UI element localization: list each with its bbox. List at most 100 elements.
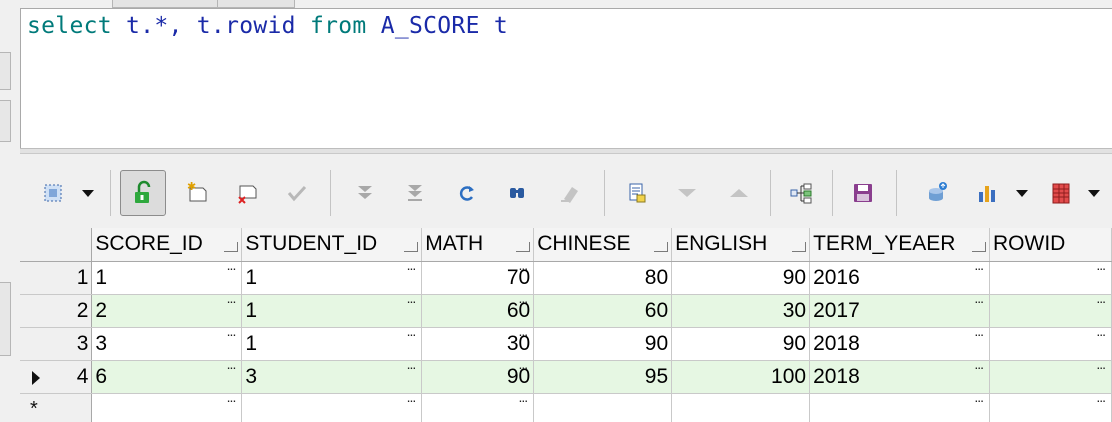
row-number[interactable]: 3 bbox=[20, 327, 93, 361]
tab[interactable] bbox=[217, 0, 295, 8]
new-row-marker[interactable]: * bbox=[20, 393, 93, 422]
cell-rowid[interactable]: ... bbox=[989, 294, 1112, 328]
column-header[interactable]: SCORE_ID bbox=[91, 228, 243, 262]
chart-icon[interactable] bbox=[964, 170, 1010, 216]
cell-math[interactable]: 60... bbox=[421, 294, 535, 328]
cell-english[interactable]: 90 bbox=[671, 261, 811, 295]
cell-term-yeaer[interactable]: ... bbox=[809, 393, 991, 422]
cell-chinese[interactable]: 90 bbox=[533, 327, 673, 361]
cell-rowid[interactable]: ... bbox=[989, 327, 1112, 361]
cell-term-yeaer[interactable]: 2018... bbox=[809, 327, 991, 361]
cell-score-id[interactable]: 6... bbox=[91, 360, 243, 394]
cell-english[interactable]: 100 bbox=[671, 360, 811, 394]
cell-score-id[interactable]: 1... bbox=[91, 261, 243, 295]
cell-edit-button[interactable]: ... bbox=[227, 261, 237, 273]
cell-student-id[interactable]: 3... bbox=[241, 360, 423, 394]
cell-edit-button[interactable]: ... bbox=[974, 294, 984, 306]
cell-edit-button[interactable]: ... bbox=[1096, 360, 1106, 372]
cell-edit-button[interactable]: ... bbox=[407, 393, 417, 405]
row-number[interactable]: 2 bbox=[20, 294, 93, 328]
cell-edit-button[interactable]: ... bbox=[407, 294, 417, 306]
column-header[interactable]: STUDENT_ID bbox=[241, 228, 423, 262]
cell-english[interactable]: 30 bbox=[671, 294, 811, 328]
cell-edit-button[interactable]: ... bbox=[519, 327, 529, 339]
table-row[interactable]: 2 2... 1... 60... 60 30 2017... ... bbox=[20, 294, 1112, 328]
next-icon[interactable] bbox=[716, 170, 762, 216]
cell-math[interactable]: ... bbox=[421, 393, 535, 422]
unlock-icon[interactable] bbox=[120, 170, 166, 216]
refresh-icon[interactable] bbox=[444, 170, 490, 216]
grid-options-dropdown-icon[interactable] bbox=[1088, 190, 1100, 197]
grid-options-icon[interactable] bbox=[1038, 170, 1084, 216]
cell-edit-button[interactable]: ... bbox=[1096, 261, 1106, 273]
column-header[interactable]: CHINESE bbox=[533, 228, 673, 262]
sql-text[interactable]: select t.*, t.rowid from A_SCORE t bbox=[27, 13, 508, 39]
cell-rowid[interactable]: ... bbox=[989, 393, 1112, 422]
cell-math[interactable]: 90... bbox=[421, 360, 535, 394]
column-header[interactable]: MATH bbox=[421, 228, 535, 262]
row-number[interactable]: 4 bbox=[20, 360, 93, 394]
column-header[interactable]: TERM_YEAER bbox=[809, 228, 991, 262]
cell-chinese[interactable]: 95 bbox=[533, 360, 673, 394]
column-header[interactable]: ENGLISH bbox=[671, 228, 811, 262]
cell-english[interactable] bbox=[671, 393, 811, 422]
cell-term-yeaer[interactable]: 2017... bbox=[809, 294, 991, 328]
table-row[interactable]: 3 3... 1... 30... 90 90 2018... ... bbox=[20, 327, 1112, 361]
cell-math[interactable]: 70... bbox=[421, 261, 535, 295]
cell-rowid[interactable]: ... bbox=[989, 261, 1112, 295]
cell-edit-button[interactable]: ... bbox=[519, 393, 529, 405]
find-icon[interactable] bbox=[494, 170, 540, 216]
table-row[interactable]: 4 6... 3... 90... 95 100 2018... ... bbox=[20, 360, 1112, 394]
cell-term-yeaer[interactable]: 2018... bbox=[809, 360, 991, 394]
cell-chinese[interactable] bbox=[533, 393, 673, 422]
cell-chinese[interactable]: 60 bbox=[533, 294, 673, 328]
post-icon[interactable] bbox=[274, 170, 320, 216]
previous-icon[interactable] bbox=[664, 170, 710, 216]
cell-score-id[interactable]: 2... bbox=[91, 294, 243, 328]
cell-edit-button[interactable]: ... bbox=[974, 393, 984, 405]
sql-editor[interactable]: select t.*, t.rowid from A_SCORE t bbox=[20, 8, 1112, 148]
cell-edit-button[interactable]: ... bbox=[407, 327, 417, 339]
table-row[interactable]: 1 1... 1... 70... 80 90 2016... ... bbox=[20, 261, 1112, 295]
cell-edit-button[interactable]: ... bbox=[519, 261, 529, 273]
left-panel-scrollbar[interactable] bbox=[0, 282, 11, 356]
chart-dropdown-icon[interactable] bbox=[1016, 190, 1028, 197]
delete-record-icon[interactable] bbox=[224, 170, 270, 216]
cell-edit-button[interactable]: ... bbox=[227, 327, 237, 339]
export-icon[interactable] bbox=[914, 170, 960, 216]
cell-english[interactable]: 90 bbox=[671, 327, 811, 361]
cell-edit-button[interactable]: ... bbox=[519, 360, 529, 372]
cell-edit-button[interactable]: ... bbox=[407, 360, 417, 372]
save-icon[interactable] bbox=[840, 170, 886, 216]
last-page-icon[interactable] bbox=[392, 170, 438, 216]
column-header[interactable]: ROWID bbox=[989, 228, 1112, 262]
cell-rowid[interactable]: ... bbox=[989, 360, 1112, 394]
cell-math[interactable]: 30... bbox=[421, 327, 535, 361]
cell-edit-button[interactable]: ... bbox=[227, 360, 237, 372]
query-explain-icon[interactable] bbox=[778, 170, 824, 216]
cell-score-id[interactable]: ... bbox=[91, 393, 243, 422]
cell-edit-button[interactable]: ... bbox=[519, 294, 529, 306]
next-page-icon[interactable] bbox=[342, 170, 388, 216]
cell-edit-button[interactable]: ... bbox=[227, 393, 237, 405]
cell-edit-button[interactable]: ... bbox=[1096, 393, 1106, 405]
cell-student-id[interactable]: 1... bbox=[241, 294, 423, 328]
cell-edit-button[interactable]: ... bbox=[1096, 327, 1106, 339]
row-number[interactable]: 1 bbox=[20, 261, 93, 295]
cell-edit-button[interactable]: ... bbox=[974, 261, 984, 273]
left-panel-button[interactable] bbox=[0, 52, 11, 90]
left-panel-button[interactable] bbox=[0, 100, 11, 142]
cell-edit-button[interactable]: ... bbox=[407, 261, 417, 273]
cell-term-yeaer[interactable]: 2016... bbox=[809, 261, 991, 295]
cell-score-id[interactable]: 3... bbox=[91, 327, 243, 361]
select-mode-dropdown-icon[interactable] bbox=[82, 190, 94, 197]
cell-edit-button[interactable]: ... bbox=[974, 327, 984, 339]
cell-chinese[interactable]: 80 bbox=[533, 261, 673, 295]
new-record-icon[interactable]: ✱ bbox=[174, 170, 220, 216]
cell-edit-button[interactable]: ... bbox=[227, 294, 237, 306]
tab[interactable] bbox=[112, 0, 218, 8]
cell-edit-button[interactable]: ... bbox=[974, 360, 984, 372]
cell-student-id[interactable]: 1... bbox=[241, 261, 423, 295]
single-record-view-icon[interactable] bbox=[614, 170, 660, 216]
clear-icon[interactable] bbox=[546, 170, 592, 216]
